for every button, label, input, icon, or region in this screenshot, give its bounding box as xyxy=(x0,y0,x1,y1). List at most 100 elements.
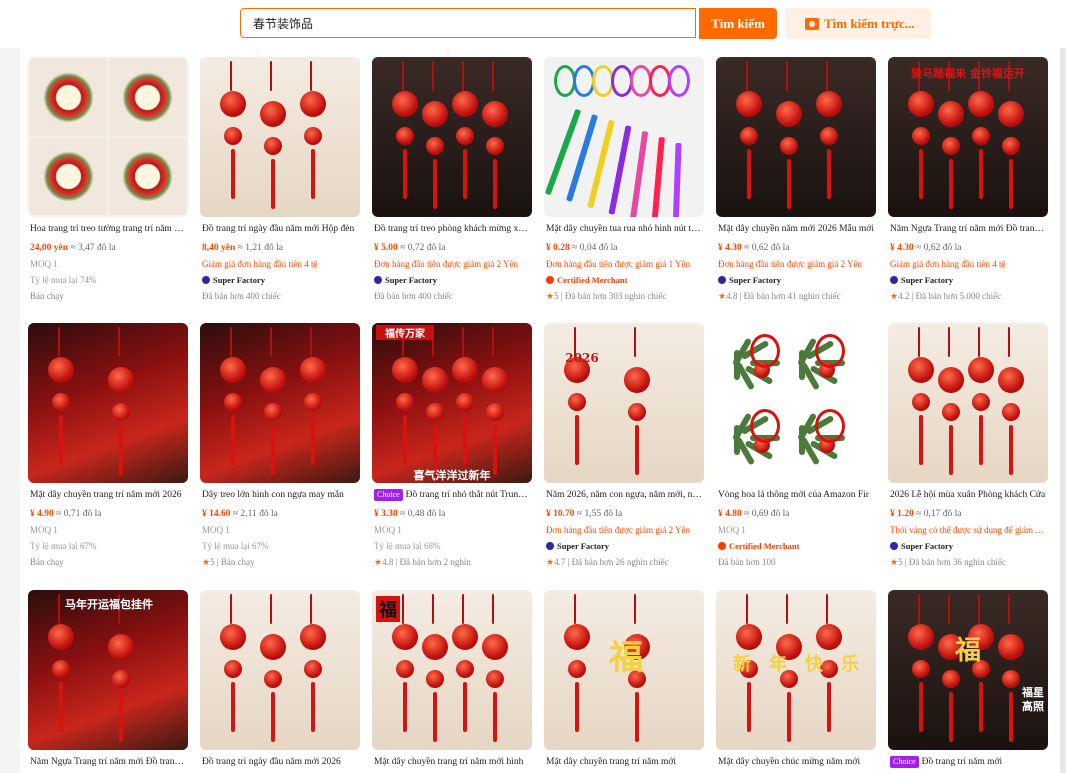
image-decoration xyxy=(919,415,923,465)
price-conversion: ≈ 3,47 đô la xyxy=(70,243,116,253)
search-box[interactable] xyxy=(240,8,696,38)
image-decoration xyxy=(118,327,120,357)
price-amount: ¥ 4.90 xyxy=(30,509,54,519)
sales-info: ★4.8 | Đã bán hơn 2 nghìn xyxy=(374,557,471,567)
product-image[interactable]: 马年开运福包挂件 xyxy=(28,590,188,750)
product-card[interactable]: Đồ trang trí ngày đầu năm mới 2026 xyxy=(198,590,362,768)
star-icon: ★ xyxy=(890,291,899,301)
image-search-button[interactable]: Tìm kiếm trực... xyxy=(785,8,931,39)
product-image[interactable] xyxy=(716,323,876,483)
product-card[interactable]: 福 Mặt dây chuyền trang trí năm mới xyxy=(542,590,706,768)
product-card[interactable]: 新年快乐 Mặt dây chuyền chúc mừng năm mới xyxy=(714,590,878,768)
product-image[interactable]: 2026 xyxy=(544,323,704,483)
product-card[interactable]: Hoa trang trí treo tường trang trí năm m… xyxy=(26,57,190,302)
factory-icon xyxy=(546,542,554,550)
image-decoration xyxy=(787,159,791,209)
product-image[interactable]: 福传万家 喜气洋洋过新年 xyxy=(372,323,532,483)
product-title[interactable]: Đồ trang trí ngày đầu năm mới Hộp đèn xyxy=(202,223,358,235)
image-decoration xyxy=(231,682,235,732)
repurchase-rate: Tỷ lệ mua lại 67% xyxy=(202,541,269,551)
product-card[interactable]: 2026 Năm 2026, năm con ngựa, năm mới, năm… xyxy=(542,323,706,568)
product-image[interactable] xyxy=(888,323,1048,483)
product-card[interactable]: 2026 Lễ hội mùa xuân Phòng khách Cửa ¥ 1.… xyxy=(886,323,1050,568)
product-title[interactable]: Mặt dây chuyền trang trí năm mới 2026 xyxy=(30,489,186,501)
image-decoration xyxy=(908,91,934,117)
product-image[interactable]: 骏马踏福来 金铃福运开 xyxy=(888,57,1048,217)
product-image[interactable] xyxy=(200,590,360,750)
product-title[interactable]: Vòng hoa lá thông mới của Amazon Fir xyxy=(718,489,874,501)
product-image[interactable]: 新年快乐 xyxy=(716,590,876,750)
image-decoration xyxy=(392,91,418,117)
page-scrollbar[interactable] xyxy=(1060,48,1066,773)
product-price: 8,40 yên ≈ 1,21 đô la xyxy=(202,242,362,254)
product-image[interactable]: 福福星高照 xyxy=(888,590,1048,750)
product-title[interactable]: Đồ trang trí ngày đầu năm mới 2026 xyxy=(202,756,358,768)
product-card[interactable]: 福 Mặt dây chuyền trang trí năm mới hình xyxy=(370,590,534,768)
product-title-text: Mặt dây chuyền trang trí năm mới 2026 xyxy=(30,490,182,500)
product-title[interactable]: Choice Đồ trang trí năm mới xyxy=(890,756,1046,768)
sold-count: Đã bán hơn 2 nghìn xyxy=(399,557,471,567)
search-button[interactable]: Tìm kiếm xyxy=(699,8,777,39)
product-image[interactable] xyxy=(200,323,360,483)
image-decoration xyxy=(815,334,845,368)
product-card[interactable]: 福传万家 喜气洋洋过新年 Choice Đồ trang trí nhỏ thắt n… xyxy=(370,323,534,568)
product-title[interactable]: ChoiceĐồ trang trí nhỏ thắt nút Trung Qu… xyxy=(374,489,530,501)
image-decoration xyxy=(220,624,246,650)
factory-icon xyxy=(890,276,898,284)
product-card[interactable]: Mặt dây chuyền trang trí năm mới 2026 ¥ 4… xyxy=(26,323,190,568)
image-decoration xyxy=(463,149,467,199)
search-input[interactable] xyxy=(241,9,695,37)
product-title[interactable]: Mặt dây chuyền trang trí năm mới xyxy=(546,756,702,768)
image-decoration xyxy=(948,594,950,624)
image-decoration xyxy=(746,61,748,91)
product-card[interactable]: 骏马踏福来 金铃福运开 Năm Ngựa Trang trí năm mới Đồ… xyxy=(886,57,1050,302)
product-card[interactable]: Dây treo lớn hình con ngựa may mắn ¥ 14.6… xyxy=(198,323,362,568)
image-decoration xyxy=(230,61,232,91)
image-decoration xyxy=(396,393,414,411)
image-decoration xyxy=(634,327,636,357)
product-title[interactable]: Năm Ngựa Trang trí năm mới Đồ trang trí xyxy=(30,756,186,768)
image-decoration xyxy=(568,660,586,678)
price-amount: ¥ 14.60 xyxy=(202,509,231,519)
product-card[interactable]: 福福星高照 Choice Đồ trang trí năm mới xyxy=(886,590,1050,768)
sold-count: Đã bán hơn 41 nghìn chiếc xyxy=(743,291,841,301)
image-decoration xyxy=(1008,327,1010,357)
image-decoration xyxy=(422,101,448,127)
product-title[interactable]: Dây treo lớn hình con ngựa may mắn xyxy=(202,489,358,501)
product-card[interactable]: Đồ trang trí treo phòng khách mừng xuân ¥… xyxy=(370,57,534,302)
product-card[interactable]: Mặt dây chuyền tua rua nhỏ hình nút thắt… xyxy=(542,57,706,302)
product-title[interactable]: Đồ trang trí treo phòng khách mừng xuân xyxy=(374,223,530,235)
product-image[interactable] xyxy=(372,57,532,217)
image-decoration xyxy=(119,425,123,475)
price-conversion: ≈ 0,48 đô la xyxy=(400,509,446,519)
image-decoration xyxy=(919,682,923,732)
product-title[interactable]: Mặt dây chuyền trang trí năm mới hình xyxy=(374,756,530,768)
product-title[interactable]: Năm 2026, năm con ngựa, năm mới, năm mới xyxy=(546,489,702,501)
product-card[interactable]: Mặt dây chuyền năm mới 2026 Mẫu mới ¥ 4.3… xyxy=(714,57,878,302)
product-card[interactable]: 马年开运福包挂件 Năm Ngựa Trang trí năm mới Đồ tr… xyxy=(26,590,190,768)
product-title[interactable]: Năm Ngựa Trang trí năm mới Đồ trang trí xyxy=(890,223,1046,235)
product-image[interactable] xyxy=(544,57,704,217)
product-image[interactable]: 福 xyxy=(372,590,532,750)
product-title[interactable]: Mặt dây chuyền tua rua nhỏ hình nút thắt xyxy=(546,223,702,235)
product-title-text: Năm Ngựa Trang trí năm mới Đồ trang trí xyxy=(890,224,1046,234)
price-amount: ¥ 3.30 xyxy=(374,509,398,519)
product-image[interactable]: 福 xyxy=(544,590,704,750)
product-image[interactable] xyxy=(28,57,188,217)
product-title[interactable]: Mặt dây chuyền năm mới 2026 Mẫu mới xyxy=(718,223,874,235)
image-decoration xyxy=(786,594,788,624)
product-title[interactable]: Hoa trang trí treo tường trang trí năm m… xyxy=(30,223,186,235)
product-card[interactable]: Vòng hoa lá thông mới của Amazon Fir ¥ 4.… xyxy=(714,323,878,568)
factory-icon xyxy=(890,542,898,550)
image-decoration xyxy=(746,594,748,624)
image-glyph: 福星高照 xyxy=(1022,686,1044,713)
sold-count: Đã bán hơn 303 nghìn chiếc xyxy=(564,291,667,301)
product-image[interactable] xyxy=(200,57,360,217)
product-image[interactable] xyxy=(28,323,188,483)
product-title[interactable]: 2026 Lễ hội mùa xuân Phòng khách Cửa xyxy=(890,489,1046,501)
image-decoration xyxy=(48,624,74,650)
product-title[interactable]: Mặt dây chuyền chúc mừng năm mới xyxy=(718,756,874,768)
badge-label: Certified Merchant xyxy=(729,541,800,551)
product-card[interactable]: Đồ trang trí ngày đầu năm mới Hộp đèn 8,4… xyxy=(198,57,362,302)
product-image[interactable] xyxy=(716,57,876,217)
